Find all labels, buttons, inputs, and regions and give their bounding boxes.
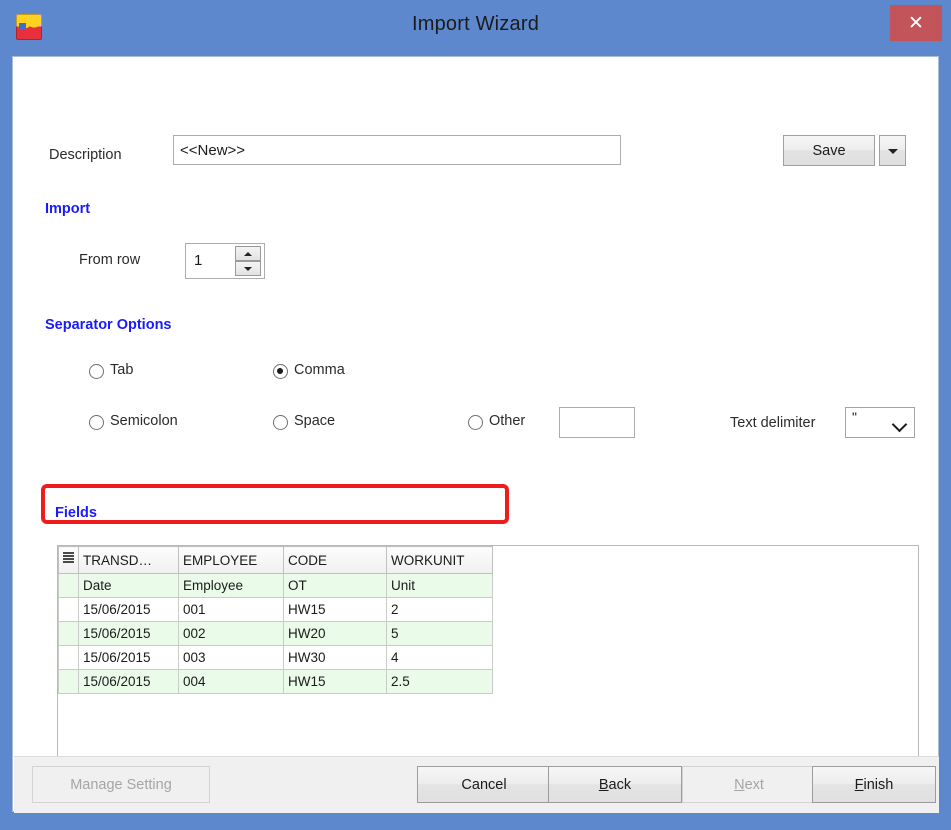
dialog-footer: Manage Setting Cancel Back Next Finish	[14, 756, 939, 813]
triangle-up-icon	[244, 252, 252, 256]
radio-label: Tab	[110, 362, 133, 378]
table-cell[interactable]: Date	[79, 574, 179, 598]
grid-select-all-header[interactable]	[59, 547, 79, 574]
grid-select-all-icon	[63, 552, 74, 565]
back-accel: B	[599, 777, 609, 793]
import-wizard-window: Import Wizard ✕ Description Save Import …	[0, 0, 951, 830]
chevron-down-icon	[888, 149, 898, 154]
window-title: Import Wizard	[0, 13, 951, 36]
radio-circle-icon	[468, 415, 483, 430]
table-cell[interactable]: 2.5	[387, 670, 493, 694]
next-button[interactable]: Next	[682, 766, 816, 803]
other-separator-input[interactable]	[559, 407, 635, 438]
table-cell[interactable]: 15/06/2015	[79, 598, 179, 622]
radio-circle-selected-icon	[273, 364, 288, 379]
table-row[interactable]: 15/06/2015 003 HW30 4	[59, 646, 493, 670]
cancel-button[interactable]: Cancel	[417, 766, 551, 803]
import-section-heading: Import	[45, 201, 90, 217]
row-selector-cell[interactable]	[59, 670, 79, 694]
table-row[interactable]: Date Employee OT Unit	[59, 574, 493, 598]
next-rest: ext	[745, 777, 764, 793]
table-cell[interactable]: HW30	[284, 646, 387, 670]
table-cell[interactable]: Unit	[387, 574, 493, 598]
dialog-content: Description Save Import From row 1 Separ…	[12, 56, 939, 812]
table-cell[interactable]: OT	[284, 574, 387, 598]
table-cell[interactable]: 4	[387, 646, 493, 670]
text-delimiter-select[interactable]: "	[845, 407, 915, 438]
close-icon[interactable]: ✕	[890, 5, 942, 41]
grid-column-header-1[interactable]: EMPLOYEE	[179, 547, 284, 574]
spinner-down-button[interactable]	[235, 261, 261, 276]
table-cell[interactable]: 2	[387, 598, 493, 622]
fields-grid: TRANSD… EMPLOYEE CODE WORKUNIT Date Empl…	[58, 546, 493, 694]
chevron-down-icon	[892, 417, 908, 433]
table-cell[interactable]: 15/06/2015	[79, 646, 179, 670]
table-row[interactable]: 15/06/2015 002 HW20 5	[59, 622, 493, 646]
table-cell[interactable]: 002	[179, 622, 284, 646]
text-delimiter-value: "	[852, 409, 857, 425]
finish-accel: F	[855, 777, 864, 793]
grid-header-row: TRANSD… EMPLOYEE CODE WORKUNIT	[59, 547, 493, 574]
triangle-down-icon	[244, 267, 252, 271]
grid-column-header-0[interactable]: TRANSD…	[79, 547, 179, 574]
save-dropdown-button[interactable]	[879, 135, 906, 166]
back-button[interactable]: Back	[548, 766, 682, 803]
table-cell[interactable]: 004	[179, 670, 284, 694]
radio-circle-icon	[89, 364, 104, 379]
radio-label: Other	[489, 413, 525, 429]
text-delimiter-label: Text delimiter	[730, 415, 815, 431]
grid-column-header-2[interactable]: CODE	[284, 547, 387, 574]
radio-circle-icon	[273, 415, 288, 430]
radio-label: Comma	[294, 362, 345, 378]
table-cell[interactable]: 003	[179, 646, 284, 670]
description-label: Description	[49, 147, 122, 163]
table-cell[interactable]: 15/06/2015	[79, 670, 179, 694]
fields-section-heading: Fields	[55, 505, 97, 521]
manage-setting-button[interactable]: Manage Setting	[32, 766, 210, 803]
separator-section-heading: Separator Options	[45, 317, 172, 333]
finish-button[interactable]: Finish	[812, 766, 936, 803]
table-cell[interactable]: Employee	[179, 574, 284, 598]
table-cell[interactable]: HW15	[284, 670, 387, 694]
description-input[interactable]	[173, 135, 621, 165]
fields-preview-panel: TRANSD… EMPLOYEE CODE WORKUNIT Date Empl…	[57, 545, 919, 777]
from-row-stepper[interactable]: 1	[185, 243, 265, 279]
table-cell[interactable]: 001	[179, 598, 284, 622]
back-rest: ack	[609, 777, 632, 793]
from-row-label: From row	[79, 252, 140, 268]
save-button[interactable]: Save	[783, 135, 875, 166]
table-row[interactable]: 15/06/2015 004 HW15 2.5	[59, 670, 493, 694]
row-selector-cell[interactable]	[59, 646, 79, 670]
table-cell[interactable]: 5	[387, 622, 493, 646]
from-row-value: 1	[194, 252, 202, 269]
table-cell[interactable]: HW15	[284, 598, 387, 622]
radio-label: Space	[294, 413, 335, 429]
next-accel: N	[734, 777, 744, 793]
row-selector-cell[interactable]	[59, 574, 79, 598]
table-cell[interactable]: HW20	[284, 622, 387, 646]
title-bar: Import Wizard ✕	[0, 0, 951, 56]
finish-rest: inish	[864, 777, 894, 793]
table-row[interactable]: 15/06/2015 001 HW15 2	[59, 598, 493, 622]
radio-label: Semicolon	[110, 413, 178, 429]
grid-column-header-3[interactable]: WORKUNIT	[387, 547, 493, 574]
row-selector-cell[interactable]	[59, 598, 79, 622]
row-selector-cell[interactable]	[59, 622, 79, 646]
radio-circle-icon	[89, 415, 104, 430]
table-cell[interactable]: 15/06/2015	[79, 622, 179, 646]
spinner-up-button[interactable]	[235, 246, 261, 261]
